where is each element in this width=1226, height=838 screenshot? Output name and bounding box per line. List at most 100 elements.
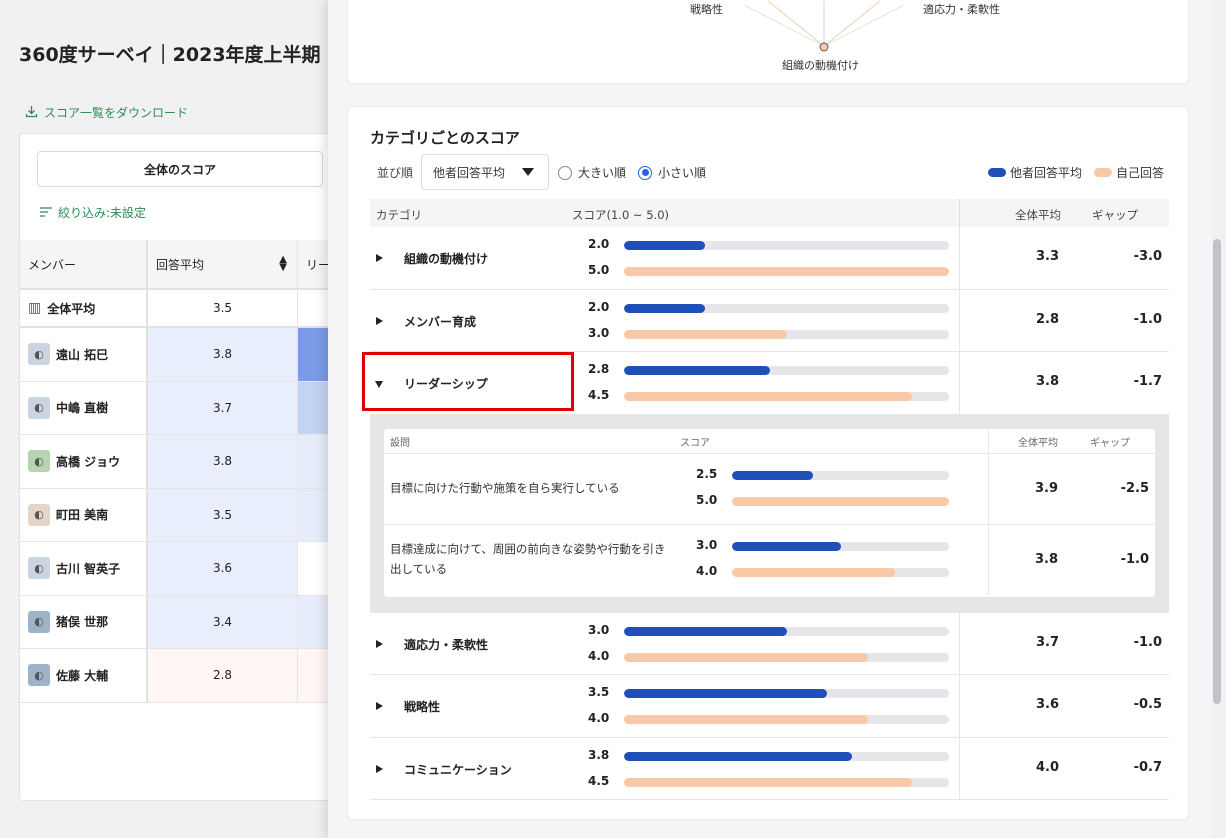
category-table-header: カテゴリ スコア(1.0 ~ 5.0) 全体平均 ギャップ [370,199,1169,227]
category-row[interactable]: メンバー育成 2.0 3.0 2.8 -1.0 [370,289,1169,352]
col-question-overall: 全体平均 [1018,437,1058,449]
category-name: 組織の動機付け [404,252,489,266]
legend-others: 他者回答平均 [988,164,1082,181]
radar-label-adaptability: 適応力・柔軟性 [923,3,1000,16]
avatar: ◐ [28,343,50,366]
radio-ascending[interactable]: 小さい順 [638,164,706,181]
category-row[interactable]: 適応力・柔軟性 3.0 4.0 3.7 -1.0 [370,612,1169,675]
self-score: 4.0 [588,648,610,663]
others-bar [624,366,949,375]
filter-button[interactable]: 絞り込み:未設定 [40,204,146,221]
category-name: 戦略性 [404,700,441,714]
question-row: 目標に向けた行動や施策を自ら実行している 2.5 5.0 3.9 -2.5 [384,452,1155,524]
radar-chart [743,0,905,52]
gap-value: -1.0 [1133,311,1162,327]
gap-value: -3.0 [1133,249,1162,264]
others-bar [624,241,949,250]
col-avg: 回答平均 [156,257,205,272]
member-row[interactable]: ◐ 高橋 ジョウ 3.8 [20,435,338,489]
self-bar [624,267,949,276]
self-bar [624,329,949,339]
download-icon [25,105,38,121]
radio-circle [558,165,572,180]
self-bar [624,392,949,401]
member-row[interactable]: ◐ 中嶋 直樹 3.7 [20,381,338,435]
legend-swatch-self [1094,168,1112,177]
leadership-question-panel: 設問 スコア 全体平均 ギャップ 目標に向けた行動や施策を自ら実行している 2.5 5.0 3… [370,414,1169,613]
member-row[interactable]: ◐ 古川 智英子 3.6 [20,542,338,596]
question-text: 目標に向けた行動や施策を自ら実行している [390,480,620,495]
member-row[interactable]: ◐ 遠山 拓巳 3.8 [20,328,338,382]
caret-right-icon[interactable] [376,764,383,773]
member-row[interactable]: ◐ 猪俣 世那 3.4 [20,595,338,649]
category-score-card: カテゴリごとのスコア 並び順 他者回答平均 大きい順 小さい順 他者回答平均 自… [347,106,1189,820]
col-category: カテゴリ [376,208,422,222]
gap-value: -1.0 [1133,634,1162,650]
caret-right-icon[interactable] [376,254,383,262]
score-list-page: 360度サーベイ｜2023年度上半期 スコア一覧をダウンロード 全体のスコア 絞… [0,0,340,838]
col-avg-sort[interactable]: 回答平均 ▲ ▼ [148,240,298,288]
tab-all-scores[interactable]: 全体のスコア [37,151,323,187]
self-bar [624,652,949,662]
member-avg: 3.8 [212,347,233,362]
category-name: リーダーシップ [404,377,488,391]
radio-circle-selected [638,165,652,180]
overall-value: 3.5 [212,301,233,315]
section-title: カテゴリごとのスコア [370,129,520,147]
caret-right-icon[interactable] [376,702,383,710]
col-question-gap: ギャップ [1090,437,1130,449]
legend-self-label: 自己回答 [1116,166,1165,180]
caret-right-icon[interactable] [376,639,383,648]
category-row[interactable]: 組織の動機付け 2.0 5.0 3.3 -3.0 [370,227,1169,290]
overall-average-row: ▥ 全体平均 3.5 [20,290,338,328]
overall-average: 3.8 [1035,374,1059,389]
sort-select[interactable]: 他者回答平均 [421,154,549,190]
self-score: 4.5 [588,388,610,402]
self-bar [624,715,949,724]
overall-label: 全体平均 [47,301,96,316]
legend-swatch-others [988,168,1006,177]
radio-ascending-label: 小さい順 [658,166,707,180]
member-avg: 3.7 [212,400,233,415]
others-bar [732,470,949,480]
gap-value: -0.7 [1133,759,1162,775]
member-name: 佐藤 大輔 [56,668,109,683]
scrollbar-thumb[interactable] [1213,239,1221,704]
caret-down-icon[interactable] [375,381,383,388]
overall-average: 3.3 [1035,249,1059,264]
radar-label-strategy: 戦略性 [690,3,723,16]
question-table: 設問 スコア 全体平均 ギャップ 目標に向けた行動や施策を自ら実行している 2.5 5.0 3… [384,428,1155,597]
question-text: 目標達成に向けて、周囲の前向きな姿勢や行動を引き出している [390,541,666,576]
col-score: スコア(1.0 ~ 5.0) [572,208,669,222]
download-scores-link[interactable]: スコア一覧をダウンロード [25,104,188,121]
category-name: メンバー育成 [404,314,477,329]
caret-right-icon[interactable] [376,316,383,325]
radio-descending[interactable]: 大きい順 [558,164,626,181]
self-score: 5.0 [588,263,610,277]
others-score: 2.0 [588,299,610,314]
chevron-down-icon [522,168,534,176]
member-name: 高橋 ジョウ [56,454,121,469]
legend-self: 自己回答 [1094,164,1164,181]
others-score: 3.8 [588,747,610,762]
category-name: 適応力・柔軟性 [404,637,489,652]
category-row[interactable]: 戦略性 3.5 4.0 3.6 -0.5 [370,675,1169,738]
category-row[interactable]: コミュニケーション 3.8 4.5 4.0 -0.7 [370,737,1169,800]
question-gap: -1.0 [1120,551,1149,567]
member-row[interactable]: ◐ 町田 美南 3.5 [20,488,338,542]
building-icon: ▥ [28,300,42,316]
self-bar [732,496,949,506]
category-row[interactable]: リーダーシップ 2.8 4.5 3.8 -1.7 [370,352,1169,415]
member-avg: 3.8 [212,454,233,469]
gap-value: -0.5 [1133,697,1162,712]
member-name: 猪俣 世那 [56,615,109,630]
col-overall: 全体平均 [1015,208,1061,222]
question-row: 目標達成に向けて、周囲の前向きな姿勢や行動を引き出している 3.0 4.0 3.8 -1… [384,523,1155,595]
sort-select-value: 他者回答平均 [433,165,506,180]
sort-icon: ▲ ▼ [279,254,287,273]
question-table-header: 設問 スコア 全体平均 ギャップ [384,428,1155,453]
others-bar [624,626,949,636]
gap-value: -1.7 [1133,374,1162,389]
member-table-header: メンバー 回答平均 ▲ ▼ リー [20,240,338,290]
member-row[interactable]: ◐ 佐藤 大輔 2.8 [20,649,338,703]
